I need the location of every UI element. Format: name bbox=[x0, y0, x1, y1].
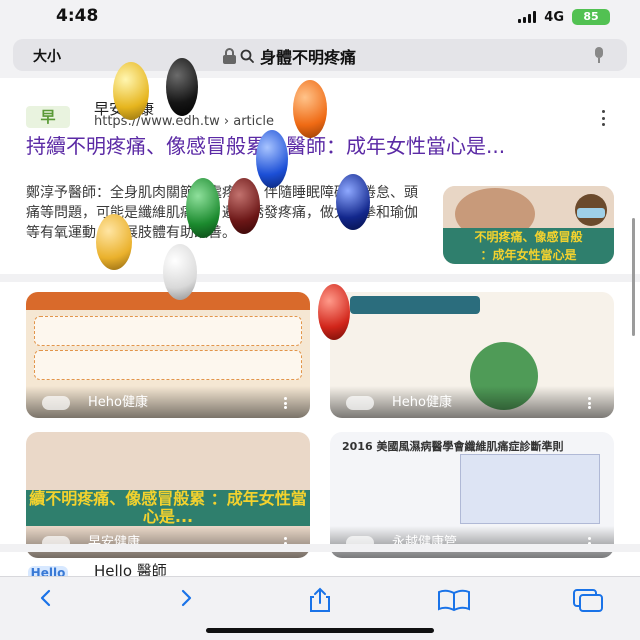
address-bar-container: 大小 身體不明疼痛 bbox=[0, 34, 640, 78]
floating-ball bbox=[336, 174, 370, 230]
floating-ball bbox=[186, 178, 220, 238]
image-card-3[interactable]: 續不明疼痛、像感冒般累 ：成年女性當心是... 早安健康 bbox=[26, 432, 310, 558]
bookmarks-button[interactable] bbox=[436, 587, 472, 613]
share-icon bbox=[310, 587, 330, 612]
card-source: Heho健康 bbox=[392, 395, 452, 410]
search-query-text: 身體不明疼痛 bbox=[260, 48, 357, 67]
image-card-1[interactable]: Heho健康 bbox=[26, 292, 310, 418]
card-header-band bbox=[350, 296, 480, 314]
lock-icon bbox=[223, 48, 236, 64]
card-more-icon[interactable] bbox=[284, 397, 288, 409]
status-bar: 4:48 4G 85 bbox=[0, 0, 640, 34]
chevron-right-icon bbox=[181, 589, 192, 607]
forward-button[interactable] bbox=[168, 587, 204, 613]
card-header-band bbox=[26, 292, 310, 310]
floating-ball bbox=[228, 178, 260, 234]
source-badge bbox=[346, 396, 374, 410]
share-button[interactable] bbox=[302, 587, 338, 613]
status-indicators: 4G 85 bbox=[518, 9, 610, 25]
card-more-icon[interactable] bbox=[588, 397, 592, 409]
thumbnail-caption: 不明疼痛、像感冒般 ：成年女性當心是 bbox=[443, 228, 614, 264]
tabs-button[interactable] bbox=[570, 587, 606, 613]
floating-ball bbox=[166, 58, 198, 116]
floating-ball bbox=[113, 62, 149, 120]
signal-icon bbox=[518, 11, 537, 23]
network-label: 4G bbox=[544, 9, 564, 25]
card-info-band bbox=[34, 350, 302, 380]
battery-icon: 85 bbox=[572, 9, 610, 25]
floating-ball bbox=[96, 214, 132, 270]
book-icon bbox=[438, 589, 470, 612]
card-info-band bbox=[34, 316, 302, 346]
scrollbar[interactable] bbox=[632, 218, 635, 336]
thumbnail-caption-line1: 不明疼痛、像感冒般 bbox=[474, 230, 583, 244]
card-title: 2016 美國風濕病醫學會纖維肌痛症診斷準則 bbox=[342, 440, 564, 453]
section-separator bbox=[0, 544, 640, 552]
home-indicator[interactable] bbox=[206, 628, 434, 633]
status-time: 4:48 bbox=[56, 6, 99, 26]
result-thumbnail[interactable]: 不明疼痛、像感冒般 ：成年女性當心是 bbox=[443, 186, 614, 264]
search-field[interactable]: 身體不明疼痛 bbox=[223, 44, 356, 68]
floating-ball bbox=[256, 130, 288, 188]
floating-ball bbox=[318, 284, 350, 340]
card-source: Heho健康 bbox=[88, 395, 148, 410]
back-button[interactable] bbox=[28, 587, 64, 613]
floating-ball bbox=[293, 80, 327, 138]
source-badge bbox=[42, 396, 70, 410]
site-url[interactable]: https://www.edh.tw › article bbox=[94, 114, 274, 129]
more-options-icon[interactable] bbox=[600, 110, 606, 126]
image-card-4[interactable]: 2016 美國風濕病醫學會纖維肌痛症診斷準則 永越健康管... bbox=[330, 432, 614, 558]
microphone-icon[interactable] bbox=[593, 47, 603, 63]
tabs-icon bbox=[573, 589, 603, 612]
floating-ball bbox=[163, 244, 197, 300]
card-caption: 續不明疼痛、像感冒般累 ：成年女性當心是... bbox=[26, 490, 310, 526]
search-icon bbox=[240, 49, 254, 63]
site-logo: 早 bbox=[26, 106, 70, 128]
image-card-2[interactable]: Heho健康 bbox=[330, 292, 614, 418]
chevron-left-icon bbox=[40, 589, 51, 607]
thumbnail-caption-line2: ：成年女性當心是 bbox=[480, 248, 577, 262]
section-separator bbox=[0, 274, 640, 282]
address-bar[interactable]: 大小 身體不明疼痛 bbox=[13, 39, 627, 71]
battery-level: 85 bbox=[583, 10, 599, 23]
text-size-button[interactable]: 大小 bbox=[33, 46, 61, 66]
card-table-illustration bbox=[460, 454, 600, 524]
